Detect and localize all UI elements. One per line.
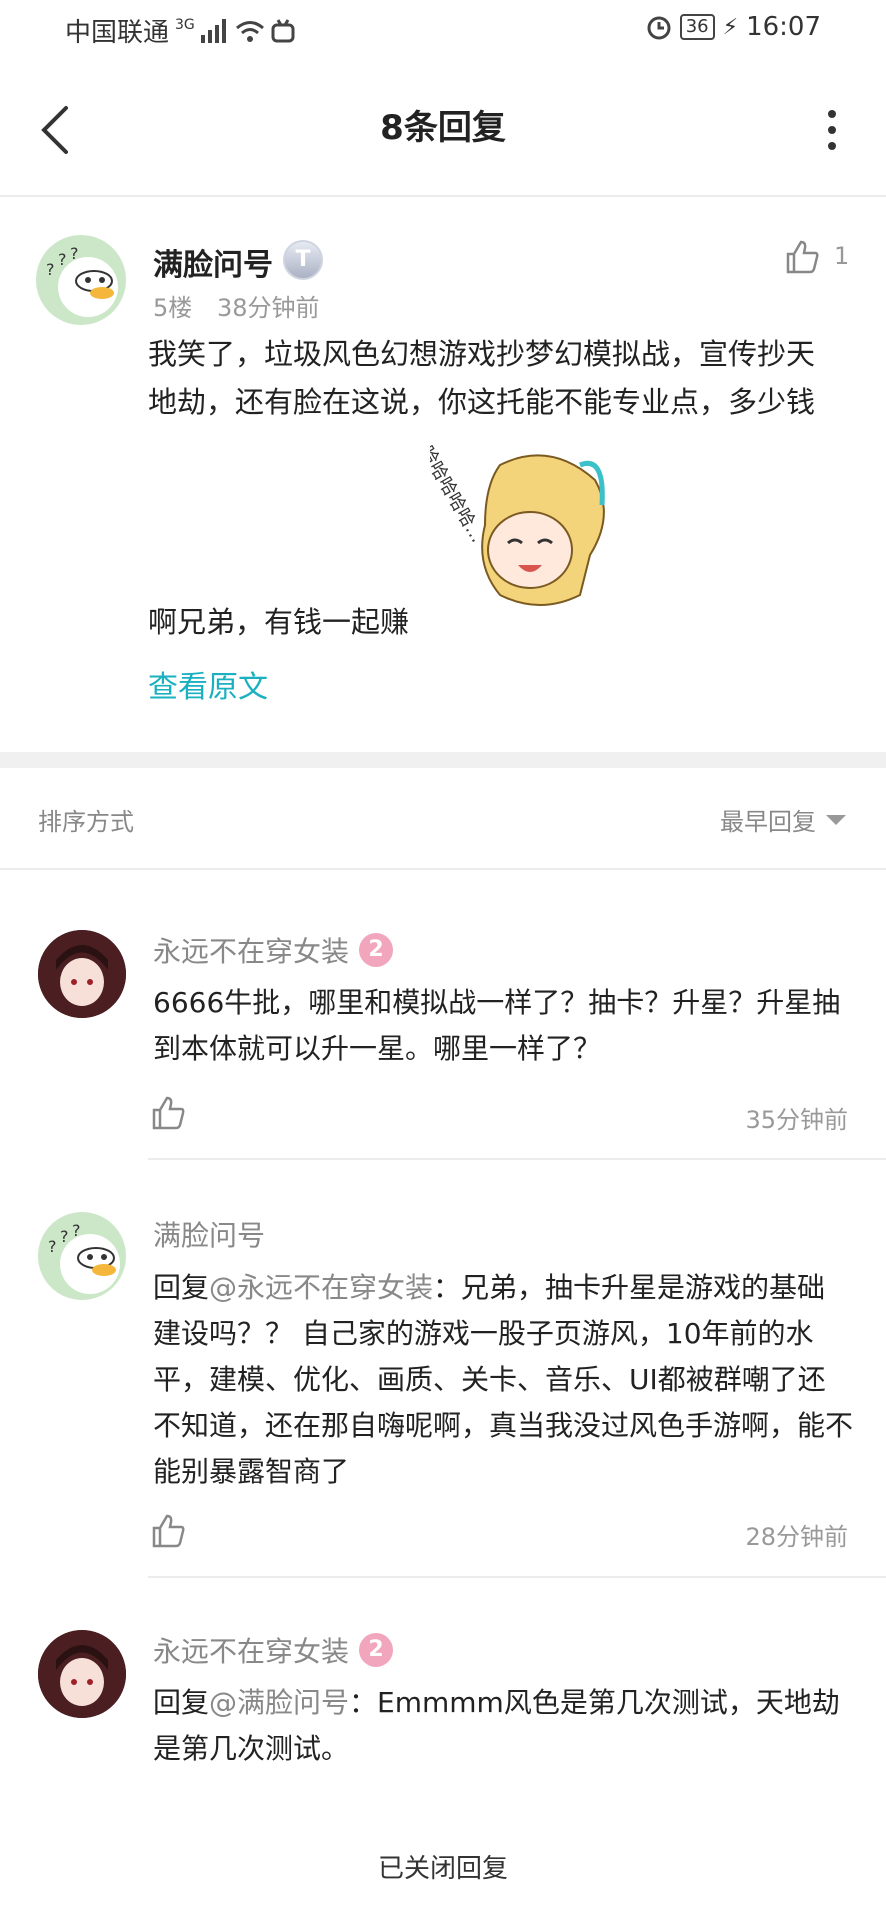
user-level-badge: 2 (359, 933, 394, 967)
battery-indicator: 36 (679, 14, 715, 40)
reply-prefix: 回复 (153, 1271, 210, 1304)
reply-like-button[interactable] (150, 1094, 186, 1134)
reply-like-button[interactable] (150, 1512, 186, 1552)
sort-bar: 排序方式 最早回复 (0, 768, 886, 870)
user-level-badge: 2 (359, 1633, 394, 1667)
like-count: 1 (834, 242, 850, 270)
view-original-link[interactable]: 查看原文 (148, 662, 268, 706)
reply-time: 35分钟前 (745, 1106, 848, 1134)
svg-text:?: ? (60, 1227, 69, 1246)
sticker-caption: 哈哈哈哈哈… (430, 445, 488, 546)
avatar[interactable] (38, 1630, 126, 1718)
page-title: 8条回复 (380, 108, 506, 148)
carrier-label: 中国联通 (65, 18, 170, 48)
replies-closed-notice: 已关闭回复 (377, 1854, 508, 1884)
reply-text: 回复@满脸问号：Emmmm风色是第几次测试，天地劫是第几次测试。 (153, 1680, 853, 1772)
clock: 16:07 (746, 12, 821, 42)
charging-icon: ⚡ (722, 14, 739, 40)
mention-link[interactable]: @满脸问号 (209, 1686, 349, 1719)
alarm-icon (647, 16, 671, 40)
post-floor: 5楼 (153, 294, 193, 322)
post-author[interactable]: 满脸问号 (153, 240, 273, 284)
thumb-up-icon (786, 240, 819, 274)
svg-text:?: ? (48, 1237, 57, 1256)
sort-value: 最早回复 (720, 808, 816, 836)
duck-avatar-icon: ??? (48, 1221, 120, 1294)
notification-icon (271, 18, 295, 42)
reply-author[interactable]: 永远不在穿女装 2 (153, 1630, 394, 1670)
sort-dropdown[interactable]: 最早回复 (720, 802, 846, 837)
reply-text: 回复@永远不在穿女装：兄弟，抽卡升星是游戏的基础建设吗？？ 自己家的游戏一股子页… (153, 1265, 853, 1495)
reply-author[interactable]: 满脸问号 (153, 1214, 265, 1254)
reply-author-name: 永远不在穿女装 (153, 1635, 350, 1668)
post-text-continued: 啊兄弟，有钱一起赚 (148, 605, 410, 639)
laughing-girl-sticker: 哈哈哈哈哈… (416, 442, 620, 625)
network-label: 3G (175, 16, 195, 33)
sort-label: 排序方式 (38, 808, 134, 836)
girl-avatar-icon (38, 1630, 126, 1718)
user-badge: T (283, 240, 323, 280)
reply-prefix: 回复 (153, 1686, 210, 1719)
svg-text:?: ? (72, 1221, 81, 1240)
chevron-down-icon (826, 814, 846, 825)
thumb-up-icon (152, 1514, 185, 1548)
avatar[interactable]: ??? (38, 1212, 126, 1300)
post-time: 38分钟前 (217, 294, 320, 322)
thumb-up-icon (152, 1096, 185, 1130)
more-menu-button[interactable] (826, 110, 838, 150)
signal-icon (200, 18, 226, 43)
mention-link[interactable]: @永远不在穿女装 (209, 1271, 433, 1304)
svg-text:?: ? (58, 250, 67, 269)
reply-time: 28分钟前 (745, 1523, 848, 1551)
reply-author-name: 永远不在穿女装 (153, 935, 350, 968)
reply-author-name: 满脸问号 (153, 1219, 266, 1252)
reply-text: 6666牛批，哪里和模拟战一样了？抽卡？升星？升星抽到本体就可以升一星。哪里一样… (153, 986, 841, 1065)
wifi-icon (235, 20, 264, 42)
reply-divider (148, 1158, 886, 1160)
girl-avatar-icon (38, 930, 126, 1018)
status-bar: 中国联通 3G 36 ⚡ 16:07 (0, 0, 886, 60)
duck-avatar-icon: ??? (46, 244, 118, 317)
svg-text:?: ? (70, 244, 79, 263)
reply-divider (148, 1576, 886, 1578)
like-button[interactable]: 1 (784, 236, 854, 276)
top-nav: 8条回复 (0, 60, 886, 197)
svg-text:?: ? (46, 260, 55, 279)
section-divider (0, 752, 886, 768)
avatar[interactable] (38, 930, 126, 1018)
avatar[interactable]: ??? (36, 235, 126, 325)
post-text: 我笑了，垃圾风色幻想游戏抄梦幻模拟战，宣传抄天地劫，还有脸在这说，你这托能不能专… (148, 337, 816, 419)
reply-author[interactable]: 永远不在穿女装 2 (153, 930, 394, 970)
